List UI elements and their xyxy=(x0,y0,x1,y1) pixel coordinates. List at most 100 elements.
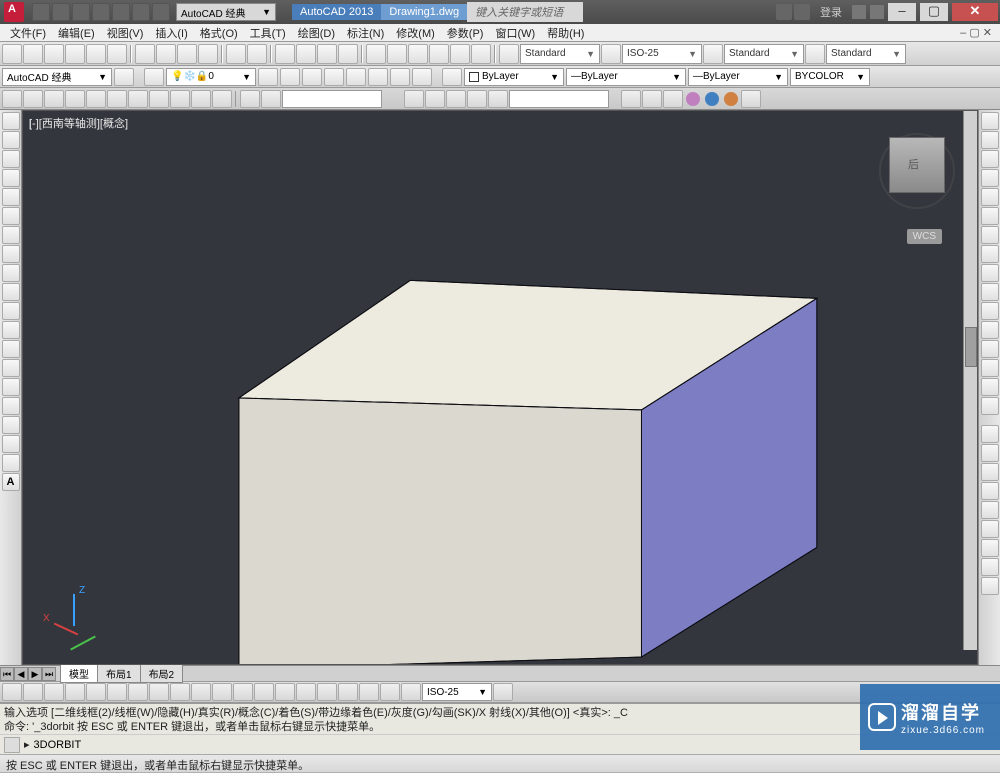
view-cube[interactable]: 后 xyxy=(877,131,957,211)
mleader-style-dropdown[interactable]: Standard▼ xyxy=(826,44,906,64)
gradient-icon[interactable] xyxy=(2,397,20,415)
menu-parametric[interactable]: 参数(P) xyxy=(441,25,490,41)
dim-style-dropdown[interactable]: ISO-25▼ xyxy=(622,44,702,64)
plotstyle-dropdown[interactable]: BYCOLOR▼ xyxy=(790,68,870,86)
toolpalette-icon[interactable] xyxy=(408,44,428,64)
tablestyle-icon[interactable] xyxy=(703,44,723,64)
dim20-icon[interactable] xyxy=(401,683,421,701)
dim-angular-icon[interactable] xyxy=(981,463,999,481)
menu-tools[interactable]: 工具(T) xyxy=(244,25,292,41)
exchange-icon[interactable] xyxy=(852,5,866,19)
copy-icon[interactable] xyxy=(156,44,176,64)
app-menu-icon[interactable] xyxy=(4,2,24,22)
help-icon[interactable] xyxy=(870,5,884,19)
arc-icon[interactable] xyxy=(2,207,20,225)
copy2-icon[interactable] xyxy=(981,131,999,149)
orbit-icon[interactable] xyxy=(446,90,466,108)
3d-intersect-icon[interactable] xyxy=(170,90,190,108)
showmotion-icon[interactable] xyxy=(488,90,508,108)
3d-press-icon[interactable] xyxy=(107,90,127,108)
3d-union-icon[interactable] xyxy=(128,90,148,108)
dim4-icon[interactable] xyxy=(65,683,85,701)
matchprop-icon[interactable] xyxy=(198,44,218,64)
window-maximize-button[interactable]: ▢ xyxy=(920,3,948,21)
tab-layout1[interactable]: 布局1 xyxy=(97,664,141,683)
line-icon[interactable] xyxy=(2,112,20,130)
calc-icon[interactable] xyxy=(471,44,491,64)
dim-linear-icon[interactable] xyxy=(981,425,999,443)
3d-box-icon[interactable] xyxy=(2,90,22,108)
layer-lock-icon[interactable] xyxy=(368,68,388,86)
properties-icon[interactable] xyxy=(366,44,386,64)
pan-icon[interactable] xyxy=(275,44,295,64)
mleaderstyle-icon[interactable] xyxy=(805,44,825,64)
ucs-icon[interactable] xyxy=(621,90,641,108)
menu-draw[interactable]: 绘图(D) xyxy=(292,25,341,41)
dim6-icon[interactable] xyxy=(107,683,127,701)
dim9-icon[interactable] xyxy=(170,683,190,701)
linetype-dropdown[interactable]: — ByLayer▼ xyxy=(566,68,686,86)
break-icon[interactable] xyxy=(981,321,999,339)
layer-prev-icon[interactable] xyxy=(302,68,322,86)
qat-open-icon[interactable] xyxy=(52,3,70,21)
rectangle-icon[interactable] xyxy=(2,188,20,206)
doc-window-controls[interactable]: – ▢ ✕ xyxy=(960,26,996,39)
dim-diameter-icon[interactable] xyxy=(981,520,999,538)
zoom-rt-icon[interactable] xyxy=(425,90,445,108)
insert-icon[interactable] xyxy=(2,321,20,339)
3d-loft-icon[interactable] xyxy=(86,90,106,108)
mtext-icon[interactable] xyxy=(2,454,20,472)
dim13-icon[interactable] xyxy=(254,683,274,701)
zoom-icon[interactable] xyxy=(296,44,316,64)
circle-icon[interactable] xyxy=(2,226,20,244)
dim19-icon[interactable] xyxy=(380,683,400,701)
menu-window[interactable]: 窗口(W) xyxy=(489,25,541,41)
layer-iso-icon[interactable] xyxy=(280,68,300,86)
ucs-world-icon[interactable] xyxy=(642,90,662,108)
tab-first-icon[interactable]: ⏮ xyxy=(0,667,14,681)
table-icon[interactable] xyxy=(2,435,20,453)
render-mat3-icon[interactable] xyxy=(724,92,738,106)
vstyle-wire-icon[interactable] xyxy=(261,90,281,108)
fillet-icon[interactable] xyxy=(981,378,999,396)
dim-arc-icon[interactable] xyxy=(981,482,999,500)
qat-saveas-icon[interactable] xyxy=(92,3,110,21)
sheetset-icon[interactable] xyxy=(429,44,449,64)
stretch-icon[interactable] xyxy=(981,264,999,282)
hatch-icon[interactable] xyxy=(2,378,20,396)
signin-icon[interactable] xyxy=(794,4,810,20)
dim-radius-icon[interactable] xyxy=(981,501,999,519)
revcloud-icon[interactable] xyxy=(2,245,20,263)
ucs-prev-icon[interactable] xyxy=(663,90,683,108)
color-icon[interactable] xyxy=(442,68,462,86)
tab-next-icon[interactable]: ▶ xyxy=(28,667,42,681)
viewcube-cube[interactable]: 后 xyxy=(889,137,945,193)
zoomprev-icon[interactable] xyxy=(338,44,358,64)
layer-freeze-icon[interactable] xyxy=(324,68,344,86)
layer-state-icon[interactable] xyxy=(258,68,278,86)
redo2-icon[interactable] xyxy=(247,44,267,64)
ellipsearc-icon[interactable] xyxy=(2,302,20,320)
command-prompt-icon[interactable] xyxy=(4,737,20,753)
array-icon[interactable] xyxy=(981,188,999,206)
search-box[interactable]: 键入关键字或短语 xyxy=(467,2,583,22)
layer-off-icon[interactable] xyxy=(346,68,366,86)
dimstyle-icon[interactable] xyxy=(601,44,621,64)
dim18-icon[interactable] xyxy=(359,683,379,701)
join-icon[interactable] xyxy=(981,340,999,358)
qat-new-icon[interactable] xyxy=(32,3,50,21)
text-icon[interactable]: A xyxy=(2,473,20,491)
3d-revolve-icon[interactable] xyxy=(44,90,64,108)
undo2-icon[interactable] xyxy=(226,44,246,64)
tab-layout2[interactable]: 布局2 xyxy=(140,664,184,683)
scrollbar-thumb[interactable] xyxy=(965,327,977,367)
save-icon[interactable] xyxy=(44,44,64,64)
dim5-icon[interactable] xyxy=(86,683,106,701)
3d-subtract-icon[interactable] xyxy=(149,90,169,108)
named-view-dropdown[interactable] xyxy=(509,90,609,108)
menu-format[interactable]: 格式(O) xyxy=(194,25,244,41)
vertical-scrollbar[interactable] xyxy=(963,111,977,650)
render-mat1-icon[interactable] xyxy=(686,92,700,106)
preview-icon[interactable] xyxy=(86,44,106,64)
3d-slice-icon[interactable] xyxy=(191,90,211,108)
